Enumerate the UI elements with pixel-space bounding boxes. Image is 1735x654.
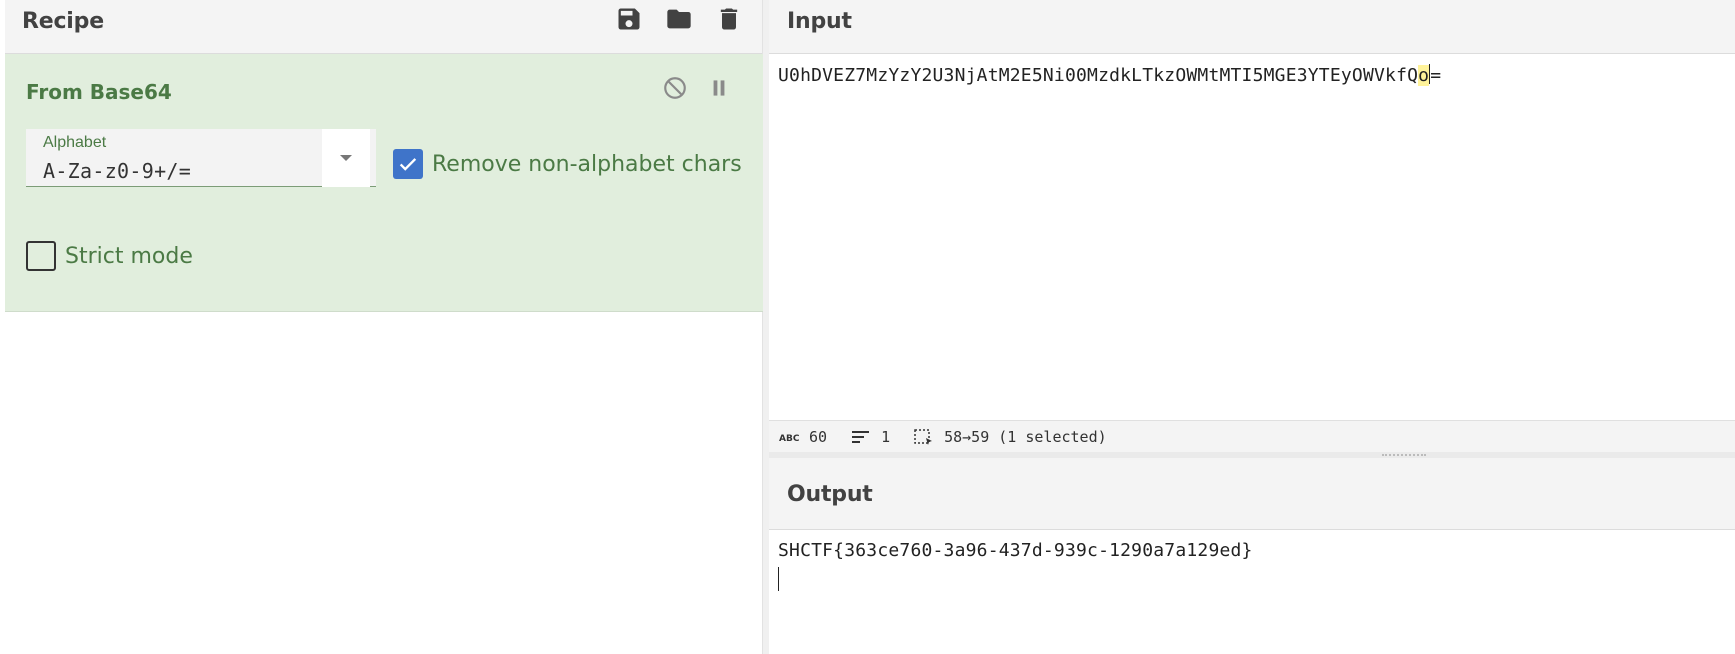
recipe-header-icons (614, 4, 744, 34)
selection-stat: 58→59 (1 selected) (914, 428, 1107, 446)
input-text-after: = (1430, 65, 1442, 86)
disable-icon[interactable] (661, 74, 689, 102)
selection-value: 58→59 (1 selected) (944, 427, 1107, 446)
input-text-before: U0hDVEZ7MzYzY2U3NjAtM2E5Ni00MzdkLTkzOWMt… (778, 65, 1419, 86)
output-header: Output (769, 458, 1735, 530)
trash-icon[interactable] (714, 4, 744, 34)
lines-stat: 1 (851, 428, 890, 446)
output-title: Output (787, 482, 873, 507)
remove-non-alphabet-label: Remove non-alphabet chars (432, 151, 742, 177)
alphabet-dropdown-button[interactable] (322, 129, 370, 187)
io-pane: Input U0hDVEZ7MzYzY2U3NjAtM2E5Ni00MzdkLT… (769, 0, 1735, 654)
checkbox-checked-icon[interactable] (393, 149, 423, 179)
operation-controls (661, 74, 733, 102)
lines-value: 1 (881, 427, 891, 446)
alphabet-label: Alphabet (43, 134, 107, 151)
strict-mode-checkbox[interactable]: Strict mode (26, 241, 193, 271)
save-icon[interactable] (614, 4, 644, 34)
recipe-title: Recipe (22, 9, 104, 34)
remove-non-alphabet-checkbox[interactable]: Remove non-alphabet chars (393, 149, 742, 179)
abc-icon: ABC (779, 434, 799, 444)
alphabet-value[interactable]: A-Za-z0-9+/= (43, 159, 191, 183)
input-header: Input (769, 0, 1735, 54)
input-text-selected: o (1418, 65, 1430, 86)
output-textarea[interactable]: SHCTF{363ce760-3a96-437d-939c-1290a7a129… (769, 530, 1735, 654)
operation-from-base64: From Base64 Alphabet A-Za-z0-9+/= Remove… (5, 54, 763, 312)
chevron-down-icon (340, 155, 352, 161)
input-textarea[interactable]: U0hDVEZ7MzYzY2U3NjAtM2E5Ni00MzdkLTkzOWMt… (769, 54, 1735, 420)
splitter-grip-icon (1382, 454, 1426, 456)
input-text[interactable]: U0hDVEZ7MzYzY2U3NjAtM2E5Ni00MzdkLTkzOWMt… (778, 64, 1441, 86)
strict-mode-label: Strict mode (65, 243, 193, 269)
recipe-header: Recipe (5, 0, 762, 54)
recipe-pane: Recipe From Base64 Alphabet A-Za-z0-9+/=… (5, 0, 763, 654)
checkbox-unchecked-icon[interactable] (26, 241, 56, 271)
selection-icon (914, 428, 933, 445)
input-status-bar: ABC 60 1 58→59 (1 selected) (769, 420, 1735, 452)
length-stat: ABC 60 (779, 428, 827, 446)
svg-text:ABC: ABC (779, 434, 799, 444)
operation-title: From Base64 (26, 80, 172, 104)
lines-icon (852, 430, 870, 443)
pause-icon[interactable] (705, 74, 733, 102)
input-title: Input (787, 9, 852, 34)
output-text[interactable]: SHCTF{363ce760-3a96-437d-939c-1290a7a129… (778, 540, 1253, 561)
output-caret (778, 567, 779, 591)
length-value: 60 (809, 427, 828, 446)
folder-open-icon[interactable] (664, 4, 694, 34)
